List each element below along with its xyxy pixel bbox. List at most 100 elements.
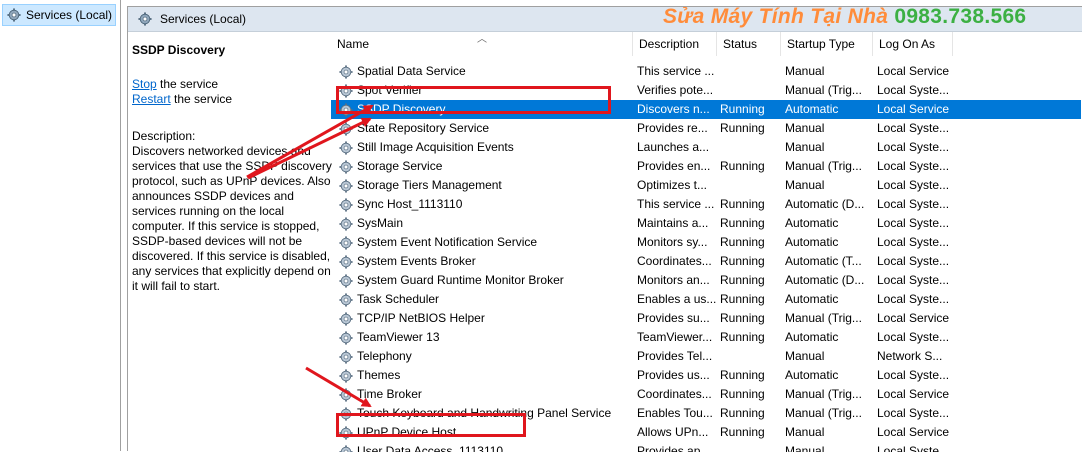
description-label: Description: [132, 129, 195, 143]
service-row[interactable]: System Guard Runtime Monitor Broker Monit… [331, 271, 1081, 290]
service-logon-as: Local Syste... [877, 81, 957, 100]
service-status: Running [720, 271, 784, 290]
service-row[interactable]: State Repository ServiceProvides re...Ru… [331, 119, 1081, 138]
service-gear-icon [339, 236, 353, 250]
tree-item-services-local[interactable]: Services (Local) [2, 4, 116, 26]
stop-service-link[interactable]: Stop [132, 77, 157, 91]
service-row[interactable]: Time BrokerCoordinates...RunningManual (… [331, 385, 1081, 404]
column-header-startup-label: Startup Type [787, 37, 855, 51]
service-description: Allows UPn... [637, 423, 717, 442]
watermark: Sửa Máy Tính Tại Nhà 0983.738.566 [663, 5, 1026, 29]
restart-service-link[interactable]: Restart [132, 92, 171, 106]
services-gear-icon [7, 8, 21, 22]
column-header-description[interactable]: Description [633, 32, 717, 56]
service-name: Still Image Acquisition Events [357, 138, 514, 157]
service-row[interactable]: Storage ServiceProvides en...RunningManu… [331, 157, 1081, 176]
service-description: Provides su... [637, 309, 717, 328]
service-row[interactable]: System Events BrokerCoordinates...Runnin… [331, 252, 1081, 271]
service-startup-type: Manual (Trig... [785, 81, 875, 100]
column-header-description-label: Description [639, 37, 699, 51]
restart-service-row: Restart the service [132, 92, 232, 106]
service-gear-icon [339, 179, 353, 193]
service-status: Running [720, 366, 784, 385]
stop-service-suffix: the service [157, 77, 218, 91]
highlight-box-ssdp-discovery [336, 86, 611, 114]
service-name-cell: TCP/IP NetBIOS Helper [339, 309, 629, 328]
service-startup-type: Automatic [785, 100, 875, 119]
watermark-text: Sửa Máy Tính Tại Nhà [663, 5, 894, 28]
service-logon-as: Local Syste... [877, 176, 957, 195]
service-name: Task Scheduler [357, 290, 439, 309]
service-description: Enables a us... [637, 290, 717, 309]
column-header-status[interactable]: Status [717, 32, 781, 56]
service-row[interactable]: System Event Notification Service Monitor… [331, 233, 1081, 252]
service-logon-as: Local Service [877, 385, 957, 404]
service-logon-as: Local Service [877, 309, 957, 328]
main-pane-title: Services (Local) [160, 12, 246, 26]
service-name: Time Broker [357, 385, 422, 404]
service-startup-type: Manual [785, 176, 875, 195]
service-description: Optimizes t... [637, 176, 717, 195]
restart-service-suffix: the service [171, 92, 232, 106]
service-gear-icon [339, 312, 353, 326]
service-name: Storage Service [357, 157, 442, 176]
service-gear-icon [339, 255, 353, 269]
service-startup-type: Automatic [785, 233, 875, 252]
service-row[interactable]: TCP/IP NetBIOS HelperProvides su...Runni… [331, 309, 1081, 328]
service-description: Provides Tel... [637, 347, 717, 366]
service-startup-type: Automatic [785, 328, 875, 347]
service-row[interactable]: TeamViewer 13TeamViewer...RunningAutomat… [331, 328, 1081, 347]
service-description: This service ... [637, 62, 717, 81]
service-status: Running [720, 423, 784, 442]
service-row[interactable]: SysMainMaintains a...RunningAutomaticLoc… [331, 214, 1081, 233]
description-text: Discovers networked devices and services… [132, 144, 332, 294]
service-logon-as: Local Service [877, 423, 957, 442]
service-status: Running [720, 157, 784, 176]
column-header-startup-type[interactable]: Startup Type [781, 32, 873, 56]
service-gear-icon [339, 274, 353, 288]
service-gear-icon [339, 198, 353, 212]
service-logon-as: Local Service [877, 100, 957, 119]
service-row[interactable]: Sync Host_1113110This service ...Running… [331, 195, 1081, 214]
service-description: Enables Tou... [637, 404, 717, 423]
service-name: Themes [357, 366, 400, 385]
service-name: Telephony [357, 347, 412, 366]
service-startup-type: Manual [785, 423, 875, 442]
service-status [720, 81, 784, 100]
sort-ascending-icon: ︿ [477, 32, 487, 45]
service-logon-as: Local Syste... [877, 195, 957, 214]
column-header-name-label: Name [337, 37, 369, 51]
service-name: System Guard Runtime Monitor Broker [357, 271, 564, 290]
service-name: System Event Notification Service [357, 233, 537, 252]
service-description: Monitors an... [637, 271, 717, 290]
service-gear-icon [339, 65, 353, 79]
service-status: Running [720, 233, 784, 252]
service-row[interactable]: ThemesProvides us...RunningAutomaticLoca… [331, 366, 1081, 385]
service-gear-icon [339, 122, 353, 136]
service-logon-as: Local Service [877, 62, 957, 81]
service-logon-as: Local Syste... [877, 233, 957, 252]
service-name: SysMain [357, 214, 403, 233]
service-row[interactable]: Still Image Acquisition EventsLaunches a… [331, 138, 1081, 157]
service-name-cell: Sync Host_1113110 [339, 195, 629, 214]
service-status: Running [720, 100, 784, 119]
service-gear-icon [339, 369, 353, 383]
service-name-cell: Still Image Acquisition Events [339, 138, 629, 157]
tree-item-label: Services (Local) [26, 8, 112, 22]
service-name: TeamViewer 13 [357, 328, 440, 347]
service-description: Coordinates... [637, 252, 717, 271]
service-name-cell: Themes [339, 366, 629, 385]
column-header-name[interactable]: ︿ Name [331, 32, 633, 56]
service-startup-type: Manual (Trig... [785, 385, 875, 404]
service-description: Verifies pote... [637, 81, 717, 100]
service-startup-type: Automatic [785, 366, 875, 385]
service-startup-type: Automatic [785, 290, 875, 309]
service-row[interactable]: Spatial Data ServiceThis service ...Manu… [331, 62, 1081, 81]
service-row[interactable]: Storage Tiers ManagementOptimizes t...Ma… [331, 176, 1081, 195]
service-description: Monitors sy... [637, 233, 717, 252]
service-name-cell: Time Broker [339, 385, 629, 404]
service-row[interactable]: TelephonyProvides Tel...ManualNetwork S.… [331, 347, 1081, 366]
service-description: Provides re... [637, 119, 717, 138]
service-row[interactable]: Task SchedulerEnables a us...RunningAuto… [331, 290, 1081, 309]
column-header-logon-as[interactable]: Log On As [873, 32, 953, 56]
